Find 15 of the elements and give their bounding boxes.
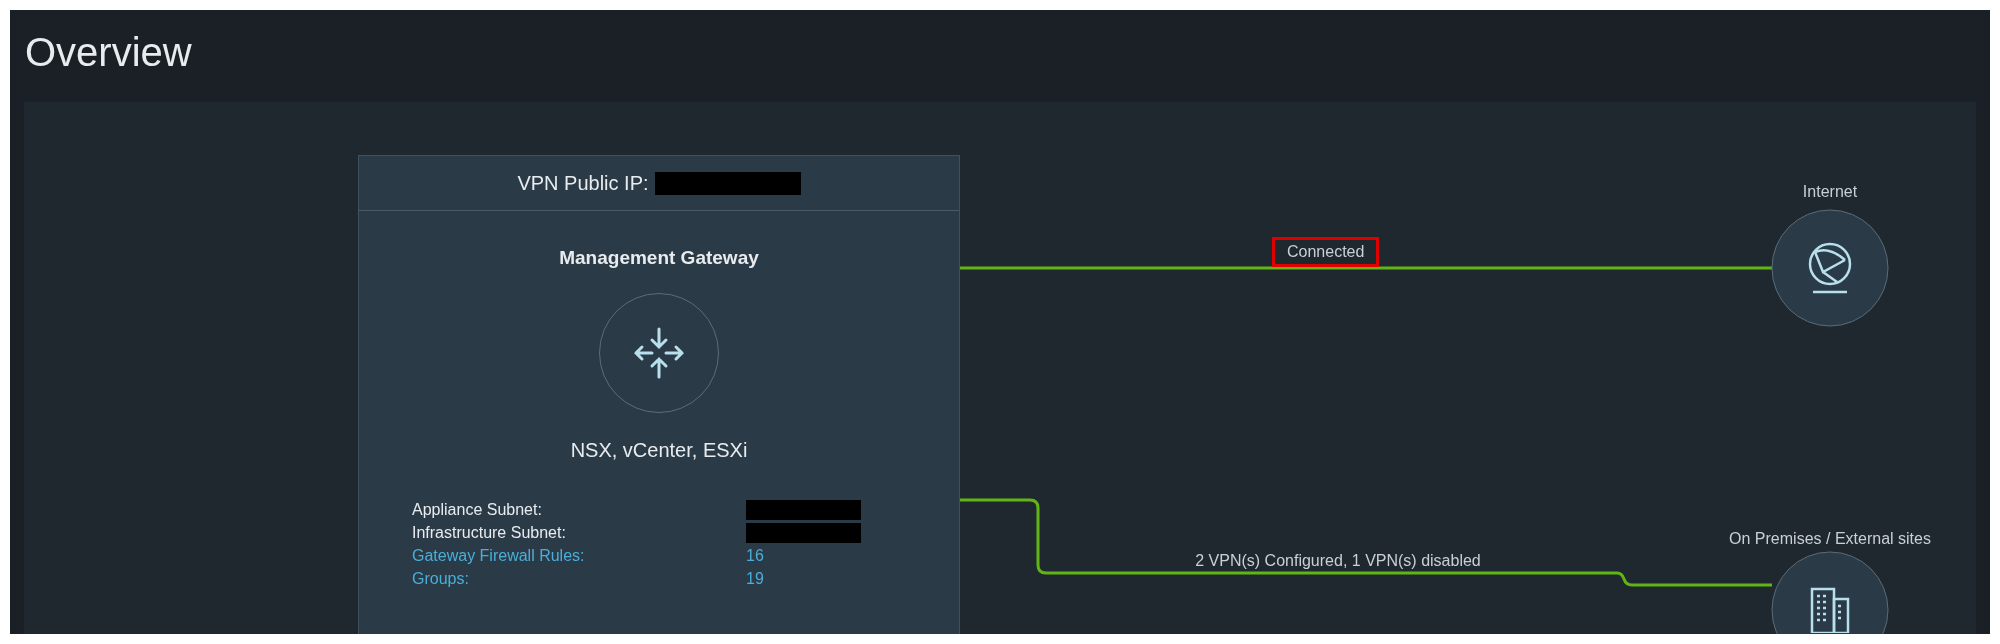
vpn-ip-label: VPN Public IP:	[517, 171, 649, 196]
endpoint-label: Internet	[1802, 182, 1858, 202]
connection-label: 2 VPN(s) Configured, 1 VPN(s) disabled	[1194, 551, 1482, 571]
gateway-title: Management Gateway	[559, 246, 759, 270]
page-title: Overview	[25, 30, 192, 74]
arrows-converge-icon	[633, 326, 685, 379]
detail-label: Infrastructure Subnet:	[412, 522, 567, 543]
detail-link[interactable]: Gateway Firewall Rules:	[412, 544, 746, 567]
connection-label: Connected	[1272, 237, 1380, 267]
detail-label: Appliance Subnet:	[412, 499, 543, 520]
services-text: NSX, vCenter, ESXi	[570, 437, 748, 463]
detail-value: 19	[746, 568, 764, 589]
endpoint-label: On Premises / External sites	[1729, 529, 1931, 549]
detail-link[interactable]: Groups:	[412, 567, 746, 590]
detail-value: 16	[746, 545, 764, 566]
